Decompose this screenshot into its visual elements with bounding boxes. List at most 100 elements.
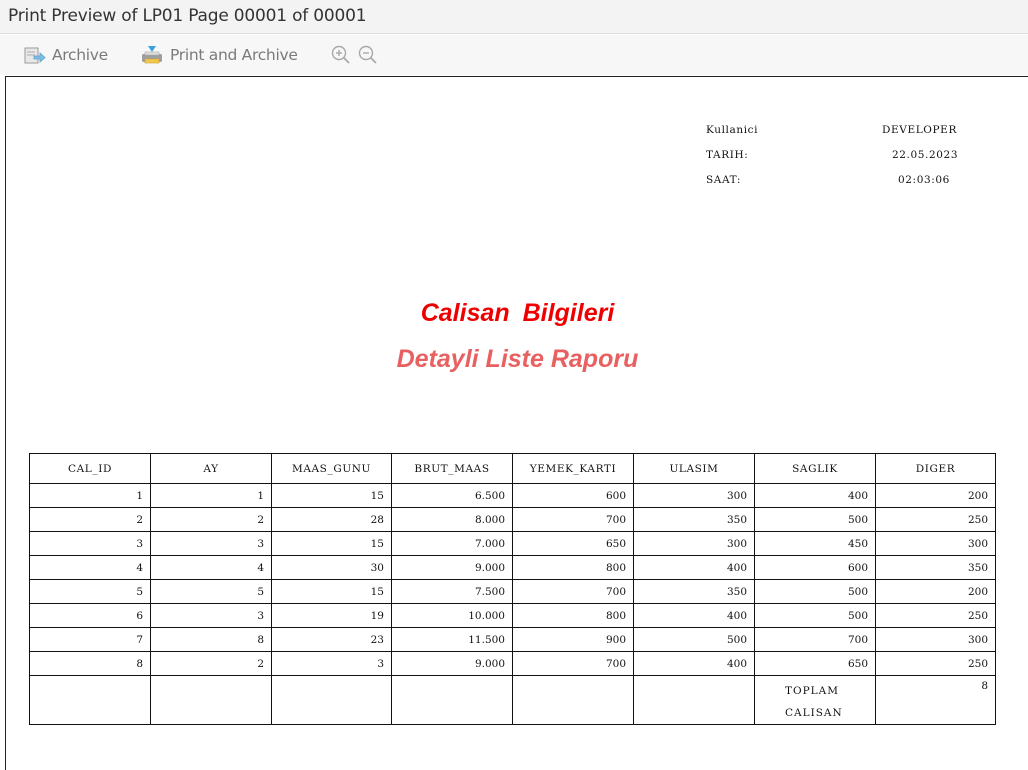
table-row: 8 2 3 9.000 700 400 650 250 bbox=[29, 651, 996, 676]
total-label: TOPLAM CALISAN bbox=[754, 675, 876, 725]
table-cell: 7 bbox=[29, 627, 151, 652]
table-cell: 1 bbox=[29, 483, 151, 508]
zoom-in-button[interactable] bbox=[330, 44, 352, 66]
table-row: 7 8 23 11.500 900 500 700 300 bbox=[29, 627, 996, 652]
table-cell: 15 bbox=[271, 483, 392, 508]
total-label-line2: CALISAN bbox=[785, 707, 843, 719]
table-cell: 400 bbox=[633, 603, 755, 628]
table-cell: 300 bbox=[633, 483, 755, 508]
time-label: SAAT: bbox=[706, 174, 741, 186]
title-bar: Print Preview of LP01 Page 00001 of 0000… bbox=[0, 0, 1028, 34]
col-header-ulasim: ULASIM bbox=[633, 453, 755, 484]
table-cell: 4 bbox=[29, 555, 151, 580]
table-cell: 700 bbox=[512, 507, 634, 532]
table-row: 2 2 28 8.000 700 350 500 250 bbox=[29, 507, 996, 532]
table-cell: 300 bbox=[875, 627, 996, 652]
table-cell bbox=[29, 675, 151, 725]
table-cell bbox=[512, 675, 634, 725]
table-cell: 3 bbox=[150, 603, 272, 628]
table-cell: 900 bbox=[512, 627, 634, 652]
date-label: TARIH: bbox=[706, 149, 749, 161]
table-cell: 8.000 bbox=[391, 507, 513, 532]
table-cell: 700 bbox=[754, 627, 876, 652]
toolbar: Archive Print and Archive bbox=[0, 35, 1028, 75]
table-header-row: CAL_ID AY MAAS_GUNU BRUT_MAAS YEMEK_KART… bbox=[29, 453, 996, 484]
col-header-cal-id: CAL_ID bbox=[29, 453, 151, 484]
table-cell: 3 bbox=[29, 531, 151, 556]
table-cell: 800 bbox=[512, 603, 634, 628]
table-cell: 9.000 bbox=[391, 651, 513, 676]
report-table: CAL_ID AY MAAS_GUNU BRUT_MAAS YEMEK_KART… bbox=[29, 453, 996, 725]
table-cell: 19 bbox=[271, 603, 392, 628]
user-label: Kullanici bbox=[706, 124, 759, 136]
total-row: TOPLAM CALISAN 8 bbox=[29, 675, 996, 725]
table-cell: 500 bbox=[754, 603, 876, 628]
table-row: 1 1 15 6.500 600 300 400 200 bbox=[29, 483, 996, 508]
table-cell: 350 bbox=[633, 507, 755, 532]
table-cell: 15 bbox=[271, 579, 392, 604]
print-and-archive-button[interactable]: Print and Archive bbox=[140, 42, 298, 68]
date-value: 22.05.2023 bbox=[892, 149, 959, 161]
table-row: 4 4 30 9.000 800 400 600 350 bbox=[29, 555, 996, 580]
col-header-ay: AY bbox=[150, 453, 272, 484]
table-cell: 300 bbox=[875, 531, 996, 556]
table-cell: 500 bbox=[633, 627, 755, 652]
table-cell: 250 bbox=[875, 507, 996, 532]
table-cell: 650 bbox=[512, 531, 634, 556]
table-cell bbox=[391, 675, 513, 725]
table-cell: 2 bbox=[29, 507, 151, 532]
table-cell: 3 bbox=[271, 651, 392, 676]
col-header-diger: DIGER bbox=[875, 453, 996, 484]
table-cell: 15 bbox=[271, 531, 392, 556]
window-title: Print Preview of LP01 Page 00001 of 0000… bbox=[8, 6, 367, 26]
archive-label: Archive bbox=[52, 46, 108, 64]
table-cell bbox=[271, 675, 392, 725]
table-cell: 7.500 bbox=[391, 579, 513, 604]
table-cell bbox=[633, 675, 755, 725]
table-cell: 300 bbox=[633, 531, 755, 556]
table-cell bbox=[150, 675, 272, 725]
table-cell: 5 bbox=[150, 579, 272, 604]
table-cell: 10.000 bbox=[391, 603, 513, 628]
report-title: Calisan Bilgileri bbox=[420, 299, 615, 327]
table-cell: 11.500 bbox=[391, 627, 513, 652]
archive-button[interactable]: Archive bbox=[24, 42, 108, 68]
table-cell: 650 bbox=[754, 651, 876, 676]
table-cell: 3 bbox=[150, 531, 272, 556]
table-cell: 6.500 bbox=[391, 483, 513, 508]
table-cell: 350 bbox=[633, 579, 755, 604]
table-cell: 600 bbox=[512, 483, 634, 508]
total-label-line1: TOPLAM bbox=[785, 685, 839, 697]
total-value: 8 bbox=[875, 675, 996, 725]
col-header-brut-maas: BRUT_MAAS bbox=[391, 453, 513, 484]
table-cell: 500 bbox=[754, 507, 876, 532]
col-header-saglik: SAGLIK bbox=[754, 453, 876, 484]
table-cell: 30 bbox=[271, 555, 392, 580]
zoom-out-icon bbox=[358, 45, 377, 64]
table-cell: 1 bbox=[150, 483, 272, 508]
table-cell: 800 bbox=[512, 555, 634, 580]
print-preview-page[interactable]: Kullanici DEVELOPER TARIH: 22.05.2023 SA… bbox=[5, 76, 1028, 770]
table-cell: 28 bbox=[271, 507, 392, 532]
table-cell: 4 bbox=[150, 555, 272, 580]
table-cell: 250 bbox=[875, 651, 996, 676]
table-row: 6 3 19 10.000 800 400 500 250 bbox=[29, 603, 996, 628]
table-cell: 5 bbox=[29, 579, 151, 604]
table-cell: 9.000 bbox=[391, 555, 513, 580]
table-cell: 8 bbox=[29, 651, 151, 676]
table-cell: 200 bbox=[875, 483, 996, 508]
col-header-yemek-karti: YEMEK_KARTI bbox=[512, 453, 634, 484]
col-header-maas-gunu: MAAS_GUNU bbox=[271, 453, 392, 484]
user-value: DEVELOPER bbox=[882, 124, 957, 136]
table-cell: 2 bbox=[150, 507, 272, 532]
table-cell: 2 bbox=[150, 651, 272, 676]
table-cell: 6 bbox=[29, 603, 151, 628]
table-cell: 200 bbox=[875, 579, 996, 604]
table-cell: 8 bbox=[150, 627, 272, 652]
table-cell: 400 bbox=[633, 555, 755, 580]
zoom-out-button[interactable] bbox=[357, 44, 379, 66]
table-cell: 350 bbox=[875, 555, 996, 580]
table-cell: 700 bbox=[512, 579, 634, 604]
table-cell: 7.000 bbox=[391, 531, 513, 556]
print-archive-icon bbox=[142, 46, 162, 64]
